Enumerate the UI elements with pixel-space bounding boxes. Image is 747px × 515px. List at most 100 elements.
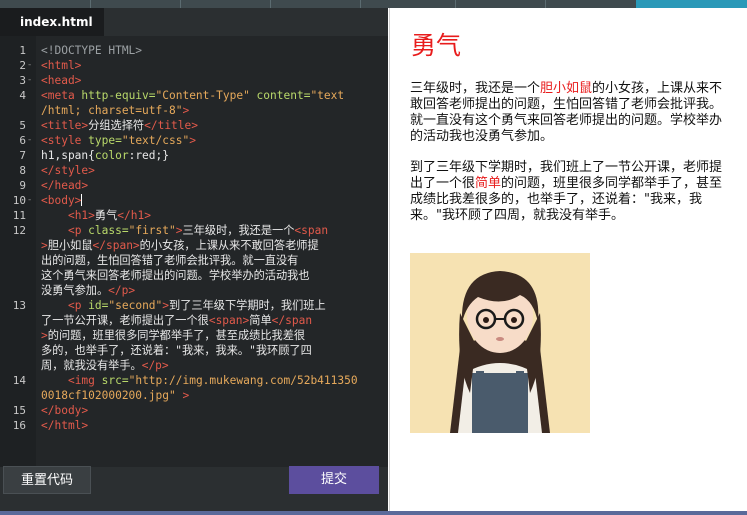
value-token: :red;}	[128, 149, 169, 162]
code-line: </html>	[41, 418, 381, 433]
preview-panel: 勇气 三年级时，我还是一个胆小如鼠的小女孩，上课从来不敢回答老师提出的问题，生怕…	[389, 8, 747, 515]
property-token: color	[94, 149, 129, 162]
code-area[interactable]: 1 2 3 4 5 6 7 8 9 10 11 12 13 14 15 16 -…	[0, 36, 388, 468]
progress-active-segment	[636, 0, 747, 8]
tag-token: <head>	[41, 74, 82, 87]
preview-heading: 勇气	[411, 31, 462, 60]
code-line: <html>	[41, 58, 381, 73]
text-token: 简单	[249, 314, 272, 327]
line-number-gutter: 1 2 3 4 5 6 7 8 9 10 11 12 13 14 15 16 -…	[0, 36, 36, 468]
line-number: 16	[12, 419, 26, 432]
tag-token: >	[182, 104, 190, 117]
progress-tick	[180, 0, 181, 8]
text-token: 多的，也举手了，还说着："我来，我来。"我环顾了四	[41, 344, 312, 357]
fold-marker[interactable]: -	[28, 133, 36, 148]
line-number: 14	[12, 374, 26, 387]
code-line: <img src="http://img.mukewang.com/52b411…	[41, 373, 381, 388]
tag-token: </h1>	[117, 209, 151, 222]
code-editor-panel: index.html 1 2 3 4 5 6 7 8 9 10 11 12 13…	[0, 8, 388, 515]
tag-token: </html>	[41, 419, 89, 432]
preview-highlight: 胆小如鼠	[540, 81, 593, 96]
code-line: /html; charset=utf-8">	[41, 103, 381, 118]
fold-marker[interactable]: -	[28, 73, 36, 88]
code-line: 0018cf102000200.jpg" >	[41, 388, 381, 403]
tag-token: </title>	[144, 119, 198, 132]
tag-token: <title>	[41, 119, 89, 132]
code-line: <head>	[41, 73, 381, 88]
line-number: 12	[12, 224, 26, 237]
line-number: 15	[12, 404, 26, 417]
code-line: >的问题，班里很多同学都举手了，甚至成绩比我差很	[41, 328, 381, 343]
string-token: "second"	[108, 299, 163, 312]
tag-token: </span>	[92, 239, 140, 252]
text-token: 勇气	[94, 209, 118, 222]
tag-token: </head>	[41, 179, 89, 192]
reset-code-button[interactable]: 重置代码	[3, 466, 91, 494]
text-token: 出的问题，生怕回答错了老师会批评我。就一直没有	[41, 254, 299, 267]
line-number: 11	[12, 209, 26, 222]
text-token: 分组选择符	[88, 119, 145, 132]
line-number: 6	[19, 134, 26, 147]
preview-text: 三年级时，我还是一个	[410, 81, 541, 96]
code-line: 周，就我没有举手。</p>	[41, 358, 381, 373]
file-tab-index-html[interactable]: index.html	[0, 8, 104, 36]
selector-token: h1,span{	[41, 149, 95, 162]
tag-token: <h1>	[67, 209, 95, 222]
code-line: </body>	[41, 403, 381, 418]
code-line: <style type="text/css">	[41, 133, 381, 148]
bottom-border	[0, 511, 747, 515]
attr-token: type=	[81, 134, 122, 147]
progress-tick	[455, 0, 456, 8]
code-line: h1,span{color:red;}	[41, 148, 381, 163]
doctype-token: <!DOCTYPE HTML>	[41, 44, 143, 57]
string-token: "http://img.mukewang.com/52b411350	[128, 374, 358, 387]
code-line: <title>分组选择符</title>	[41, 118, 381, 133]
progress-tick	[270, 0, 271, 8]
attr-token: id=	[81, 299, 109, 312]
code-line: 出的问题，生怕回答错了老师会批评我。就一直没有	[41, 253, 381, 268]
preview-highlight: 简单	[475, 176, 502, 191]
tag-token: >	[41, 239, 48, 252]
line-number: 2	[19, 59, 26, 72]
string-token: 0018cf102000200.jpg"	[41, 389, 176, 402]
line-number: 1	[19, 44, 26, 57]
text-token: 胆小如鼠	[47, 239, 93, 252]
code-line: <p id="second">到了三年级下学期时，我们班上	[41, 298, 381, 313]
tag-token: <body>	[41, 194, 82, 207]
tag-token: <p	[67, 224, 82, 237]
string-token: "first"	[128, 224, 176, 237]
fold-marker[interactable]: -	[28, 58, 36, 73]
attr-token: src=	[94, 374, 129, 387]
string-token: "Content-Type"	[155, 89, 250, 102]
line-number: 13	[12, 299, 26, 312]
text-cursor	[81, 194, 83, 206]
code-line: </head>	[41, 178, 381, 193]
code-line: <h1>勇气</h1>	[41, 208, 381, 223]
text-token: 的问题，班里很多同学都举手了，甚至成绩比我差很	[47, 329, 306, 342]
code-line: 了一节公开课，老师提出了一个很<span>简单</span	[41, 313, 381, 328]
attr-token: class=	[81, 224, 129, 237]
tag-token: <img	[67, 374, 95, 387]
line-number: 9	[19, 179, 26, 192]
fold-marker[interactable]: -	[28, 193, 36, 208]
preview-paragraph-first: 三年级时，我还是一个胆小如鼠的小女孩，上课从来不敢回答老师提出的问题，生怕回答错…	[410, 81, 732, 145]
text-token: 了一节公开课，老师提出了一个很	[41, 314, 209, 327]
string-token: "text/css"	[121, 134, 190, 147]
progress-tick	[360, 0, 361, 8]
code-line: <body>	[41, 193, 381, 208]
submit-button[interactable]: 提交	[289, 466, 379, 494]
tag-token: >	[189, 134, 196, 147]
code-line: <p class="first">三年级时，我还是一个<span	[41, 223, 381, 238]
code-line: <meta http-equiv="Content-Type" content=…	[41, 88, 381, 103]
line-number: 7	[19, 149, 26, 162]
line-number: 8	[19, 164, 26, 177]
tag-token: >	[175, 224, 183, 237]
string-token: /html; charset=utf-8"	[41, 104, 183, 117]
text-token: 到了三年级下学期时，我们班上	[169, 299, 326, 312]
tag-token: <html>	[41, 59, 82, 72]
line-number: 5	[19, 119, 26, 132]
text-token: 周，就我没有举手。	[41, 359, 142, 372]
string-token: "text	[310, 89, 345, 102]
tag-token: <style	[41, 134, 82, 147]
tag-token: >	[41, 329, 48, 342]
